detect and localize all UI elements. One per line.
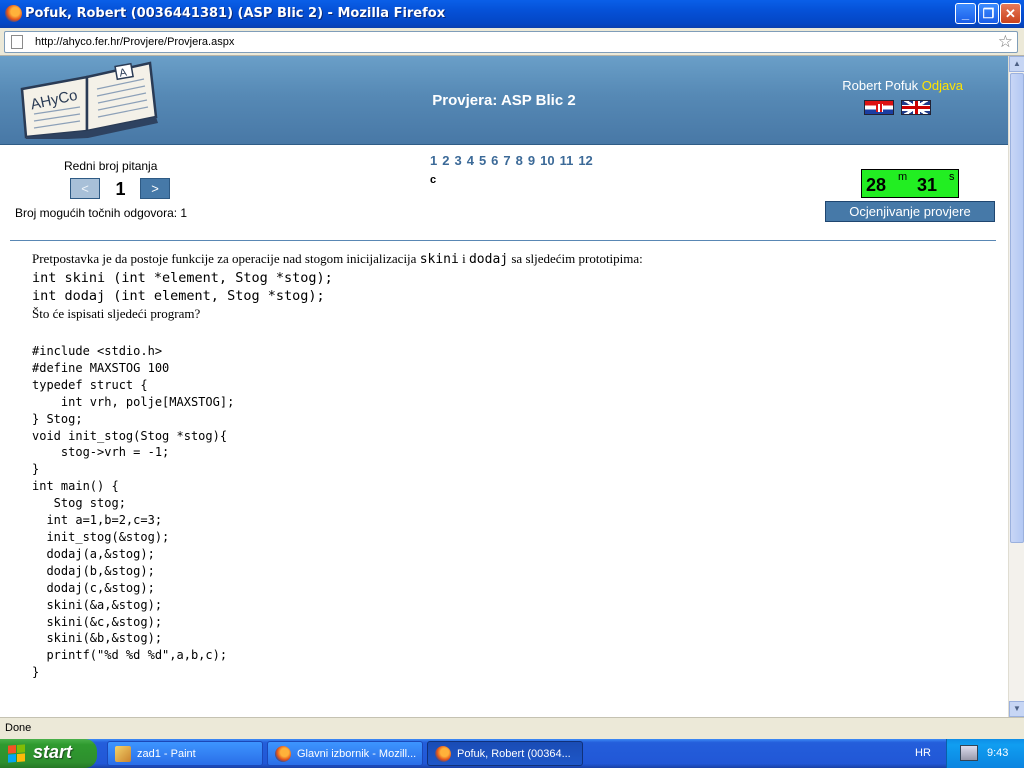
start-label: start [33, 742, 73, 762]
countdown-timer: 28 m 31 s [861, 169, 959, 198]
question-prompt: Što će ispisati sljedeći program? [32, 306, 201, 321]
header-banner: A AHyCo Provjera: ASP Blic 2 Robert Pofu… [0, 56, 1008, 145]
timer-minutes: 28 [866, 175, 887, 195]
grade-exam-button[interactable]: Ocjenjivanje provjere [825, 201, 995, 222]
user-area: Robert Pofuk Odjava [842, 78, 963, 93]
status-text: Done [5, 722, 32, 734]
timer-seconds: 31 [917, 175, 938, 195]
question-text: Pretpostavka je da postoje funkcije za o… [32, 250, 643, 323]
address-bar: http://ahyco.fer.hr/Provjere/Provjera.as… [0, 28, 1024, 56]
scrollbar-thumb[interactable] [1010, 73, 1024, 543]
intro-part-c: sa sljedećim prototipima: [508, 251, 643, 266]
url-text: http://ahyco.fer.hr/Provjere/Provjera.as… [35, 36, 235, 48]
code-listing: #include <stdio.h> #define MAXSTOG 100 t… [32, 344, 235, 680]
status-bar: Done [0, 717, 1024, 739]
bookmark-star-icon[interactable]: ☆ [998, 32, 1013, 52]
vertical-scrollbar[interactable]: ▲ ▼ [1008, 56, 1024, 717]
english-flag-icon[interactable] [901, 100, 931, 115]
task-label: Glavni izbornik - Mozill... [297, 748, 417, 760]
taskbar-item-main-menu[interactable]: Glavni izbornik - Mozill... [267, 741, 423, 766]
task-label: Pofuk, Robert (00364... [457, 748, 571, 760]
question-link-10[interactable]: 10 [540, 153, 554, 168]
question-link-9[interactable]: 9 [528, 153, 535, 168]
intro-part-a: Pretpostavka je da postoje funkcije za o… [32, 251, 420, 266]
question-link-5[interactable]: 5 [479, 153, 486, 168]
maximize-button[interactable]: ❐ [978, 3, 999, 24]
function-name-skini: skini [419, 252, 459, 267]
exam-title: Provjera: ASP Blic 2 [432, 92, 576, 109]
scroll-down-arrow-icon[interactable]: ▼ [1009, 701, 1024, 717]
prototype-dodaj: int dodaj (int element, Stog *stog); [32, 288, 325, 304]
question-link-2[interactable]: 2 [442, 153, 449, 168]
previous-question-button[interactable]: < [70, 178, 100, 199]
window-title-bar: Pofuk, Robert (0036441381) (ASP Blic 2) … [0, 0, 1024, 28]
question-links: 1 2 3 4 5 6 7 8 9 10 11 12 [430, 153, 598, 168]
timer-minutes-unit: m [898, 171, 908, 183]
scroll-up-arrow-icon[interactable]: ▲ [1009, 56, 1024, 72]
croatian-flag-icon[interactable] [863, 100, 894, 115]
question-link-1[interactable]: 1 [430, 153, 437, 168]
question-link-4[interactable]: 4 [467, 153, 474, 168]
question-link-7[interactable]: 7 [503, 153, 510, 168]
question-link-6[interactable]: 6 [491, 153, 498, 168]
window-title: Pofuk, Robert (0036441381) (ASP Blic 2) … [25, 6, 446, 21]
minimize-button[interactable]: _ [955, 3, 976, 24]
page-icon [11, 35, 23, 49]
question-link-11[interactable]: 11 [560, 153, 574, 168]
task-label: zad1 - Paint [137, 748, 196, 760]
firefox-icon [5, 5, 22, 22]
next-question-button[interactable]: > [140, 178, 170, 199]
url-field[interactable]: http://ahyco.fer.hr/Provjere/Provjera.as… [4, 31, 1018, 53]
windows-logo-icon [8, 744, 25, 763]
clock: 9:43 [987, 747, 1009, 759]
taskbar-item-paint[interactable]: zad1 - Paint [107, 741, 263, 766]
question-link-3[interactable]: 3 [454, 153, 461, 168]
start-button[interactable]: start [0, 739, 97, 768]
firefox-icon [275, 746, 291, 762]
logout-link[interactable]: Odjava [922, 78, 963, 93]
intro-part-b: i [458, 251, 469, 266]
answers-count-text: Broj mogućih točnih odgovora: 1 [15, 206, 188, 220]
function-name-dodaj: dodaj [468, 252, 509, 267]
question-number-label: Redni broj pitanja [64, 159, 158, 173]
taskbar: start zad1 - Paint Glavni izbornik - Moz… [0, 739, 1024, 768]
prototype-skini: int skini (int *element, Stog *stog); [32, 270, 333, 286]
paint-icon [115, 746, 131, 762]
network-tray-icon[interactable] [960, 745, 978, 761]
question-intro: Pretpostavka je da postoje funkcije za o… [32, 250, 643, 269]
user-name: Robert Pofuk [842, 78, 919, 93]
current-question-number: 1 [115, 179, 126, 199]
language-flags [861, 100, 931, 118]
question-link-8[interactable]: 8 [516, 153, 523, 168]
taskbar-item-exam[interactable]: Pofuk, Robert (00364... [427, 741, 583, 766]
page-content: A AHyCo Provjera: ASP Blic 2 Robert Pofu… [0, 56, 1008, 717]
timer-seconds-unit: s [949, 171, 955, 183]
language-indicator[interactable]: HR [915, 747, 931, 759]
firefox-icon [435, 746, 451, 762]
question-status-marker: c [430, 174, 437, 186]
system-tray: 9:43 [946, 739, 1024, 768]
close-button[interactable]: ✕ [1000, 3, 1021, 24]
content-divider [10, 240, 996, 241]
question-link-12[interactable]: 12 [578, 153, 592, 168]
